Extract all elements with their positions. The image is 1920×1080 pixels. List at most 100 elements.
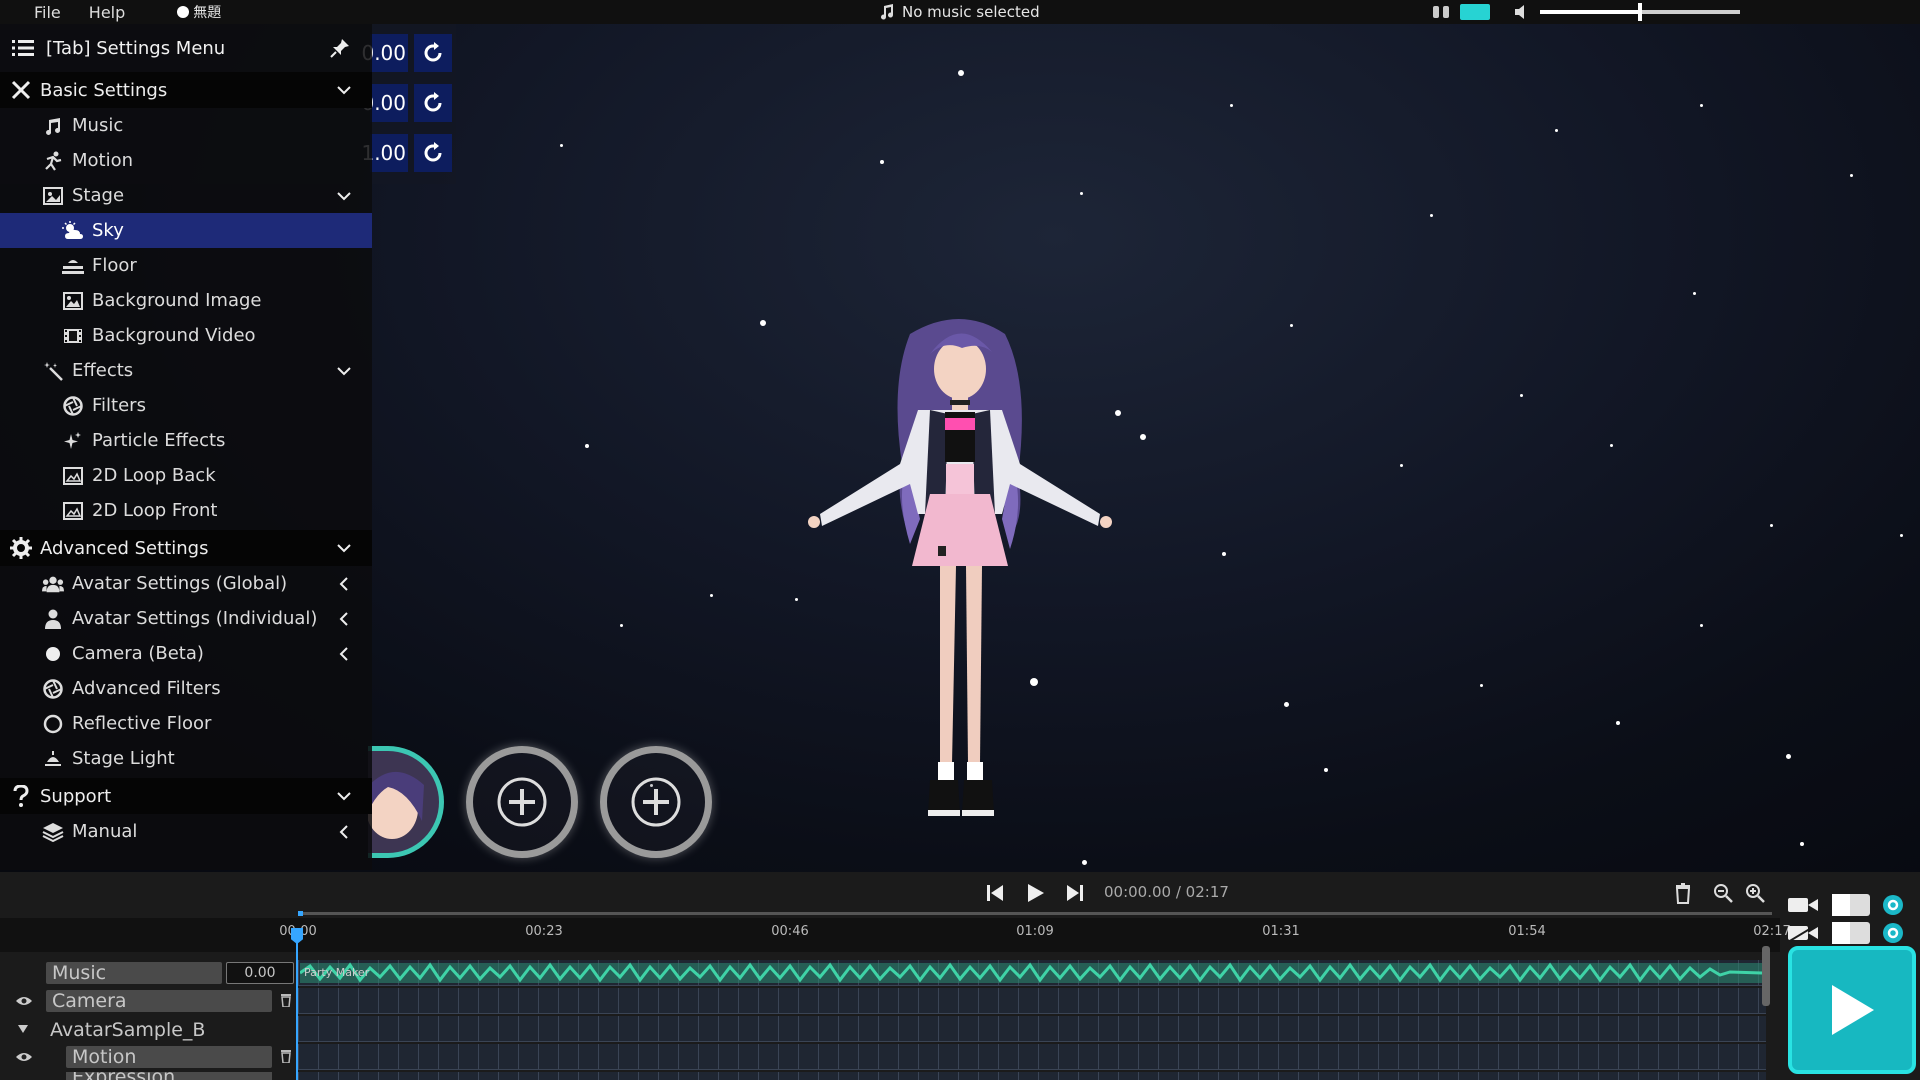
section-basic-settings[interactable]: Basic Settings (0, 72, 372, 108)
track-label-music[interactable]: Music (46, 962, 222, 984)
transform-row-rotation: 0.00 (361, 82, 456, 124)
eye-icon[interactable] (16, 1051, 32, 1063)
timeline-panel: 00:00.00 / 02:17 00:00 00:23 00:46 01:09… (0, 872, 1920, 1080)
menu-help[interactable]: Help (79, 3, 135, 22)
section-label: Advanced Settings (40, 537, 209, 559)
menu-item-reflective-floor[interactable]: Reflective Floor (0, 706, 372, 741)
zoom-in-icon[interactable] (1744, 882, 1766, 904)
menu-item-floor[interactable]: Floor (0, 248, 372, 283)
menu-item-background-video[interactable]: Background Video (0, 318, 372, 353)
menu-item-camera-beta[interactable]: Camera (Beta) (0, 636, 372, 671)
timeline-scrollbar[interactable] (1762, 946, 1770, 1006)
volume-handle[interactable] (1638, 3, 1642, 21)
play-icon[interactable] (1024, 882, 1046, 904)
settings-title: [Tab] Settings Menu (46, 37, 226, 59)
reset-position-button[interactable] (414, 34, 452, 72)
menu-item-background-image[interactable]: Background Image (0, 283, 372, 318)
menu-item-manual[interactable]: Manual (0, 814, 372, 849)
layers-icon (42, 821, 64, 843)
menu-item-effects[interactable]: Effects (0, 353, 372, 388)
section-support[interactable]: Support (0, 778, 372, 814)
item-label: Floor (92, 255, 137, 276)
camera-off-toggle-switch[interactable] (1832, 922, 1870, 944)
skip-back-icon[interactable] (984, 882, 1006, 904)
camera-toggle-switch[interactable] (1832, 894, 1870, 916)
list-menu-icon[interactable] (12, 39, 34, 57)
camera-track-lane[interactable] (298, 988, 1766, 1014)
reset-icon (424, 92, 442, 112)
seek-bar[interactable] (298, 911, 1772, 916)
eye-icon[interactable] (16, 995, 32, 1007)
menu-item-avatar-global[interactable]: Avatar Settings (Global) (0, 566, 372, 601)
track-label-expression[interactable]: Expression (66, 1072, 272, 1080)
menu-item-sky[interactable]: Sky (0, 213, 372, 248)
menu-item-filters[interactable]: Filters (0, 388, 372, 423)
settings-gear-icon[interactable] (1882, 922, 1904, 944)
floor-icon (62, 255, 84, 277)
menu-item-2d-loop-front[interactable]: 2D Loop Front (0, 493, 372, 528)
avatar-slot-thumbnail[interactable] (368, 746, 444, 858)
trash-icon[interactable] (280, 993, 292, 1007)
track-camera: Camera (0, 988, 1780, 1014)
track-label-motion[interactable]: Motion (66, 1046, 272, 1068)
pin-icon[interactable] (330, 38, 350, 58)
playhead[interactable] (296, 928, 298, 1080)
item-label: Background Image (92, 290, 262, 311)
item-label: Advanced Filters (72, 678, 221, 699)
expression-track-lane[interactable] (298, 1072, 1766, 1080)
menu-item-particle-effects[interactable]: Particle Effects (0, 423, 372, 458)
volume-icon[interactable] (1514, 4, 1532, 20)
menu-item-2d-loop-back[interactable]: 2D Loop Back (0, 458, 372, 493)
menu-item-motion[interactable]: Motion (0, 143, 372, 178)
add-avatar-button-1[interactable] (466, 746, 578, 858)
chevron-down-icon (337, 191, 351, 200)
menu-file[interactable]: File (24, 3, 71, 22)
menu-item-advanced-filters[interactable]: Advanced Filters (0, 671, 372, 706)
menu-item-music[interactable]: Music (0, 108, 372, 143)
layout-toggle-button[interactable] (1460, 4, 1490, 20)
track-label-camera[interactable]: Camera (46, 990, 272, 1012)
volume-slider[interactable] (1540, 3, 1740, 21)
avatar-group-lane[interactable] (298, 1016, 1766, 1042)
trash-icon[interactable] (280, 1049, 292, 1063)
add-avatar-button-2[interactable] (600, 746, 712, 858)
reset-scale-button[interactable] (414, 134, 452, 172)
time-readout: 00:00.00 / 02:17 (1104, 883, 1229, 901)
dual-view-icon[interactable] (1432, 5, 1450, 19)
track-group-avatar: AvatarSample_B (0, 1016, 1780, 1042)
skip-forward-icon[interactable] (1064, 882, 1086, 904)
time-ruler[interactable]: 00:00 00:23 00:46 01:09 01:31 01:54 02:1… (0, 918, 1791, 952)
track-motion: Motion (0, 1044, 1780, 1070)
music-offset-field[interactable]: 0.00 (226, 962, 294, 984)
collapse-triangle-icon[interactable] (18, 1025, 28, 1033)
scale-z-field[interactable]: 1.00 (361, 134, 408, 172)
menu-item-avatar-individual[interactable]: Avatar Settings (Individual) (0, 601, 372, 636)
menu-item-stage-light[interactable]: Stage Light (0, 741, 372, 776)
big-play-button[interactable] (1788, 946, 1916, 1074)
transform-row-position: 0.00 (361, 32, 456, 74)
zoom-out-icon[interactable] (1712, 882, 1734, 904)
rotation-z-field[interactable]: 0.00 (361, 84, 408, 122)
motion-track-lane[interactable] (298, 1044, 1766, 1070)
avatar-model[interactable] (780, 314, 1140, 872)
user-icon (42, 608, 64, 630)
music-waveform[interactable] (300, 960, 1762, 986)
camera-off-icon (1788, 924, 1818, 942)
reset-rotation-button[interactable] (414, 84, 452, 122)
trash-icon[interactable] (1672, 882, 1694, 904)
tick-label: 01:31 (1262, 924, 1300, 939)
track-music: Music 0.00 Party Maker (0, 960, 1780, 986)
cloud-sun-icon (62, 220, 84, 242)
loop-image-icon (62, 500, 84, 522)
position-z-field[interactable]: 0.00 (361, 34, 408, 72)
project-toggle[interactable]: 無題 (177, 2, 221, 22)
section-advanced-settings[interactable]: Advanced Settings (0, 530, 372, 566)
track-expression: Expression (0, 1072, 1780, 1080)
menu-item-stage[interactable]: Stage (0, 178, 372, 213)
settings-gear-icon[interactable] (1882, 894, 1904, 916)
circle-icon (42, 643, 64, 665)
item-label: Manual (72, 821, 138, 842)
chevron-down-icon (337, 792, 351, 801)
settings-menu: [Tab] Settings Menu Basic Settings Music… (0, 24, 372, 870)
item-label: Camera (Beta) (72, 643, 204, 664)
